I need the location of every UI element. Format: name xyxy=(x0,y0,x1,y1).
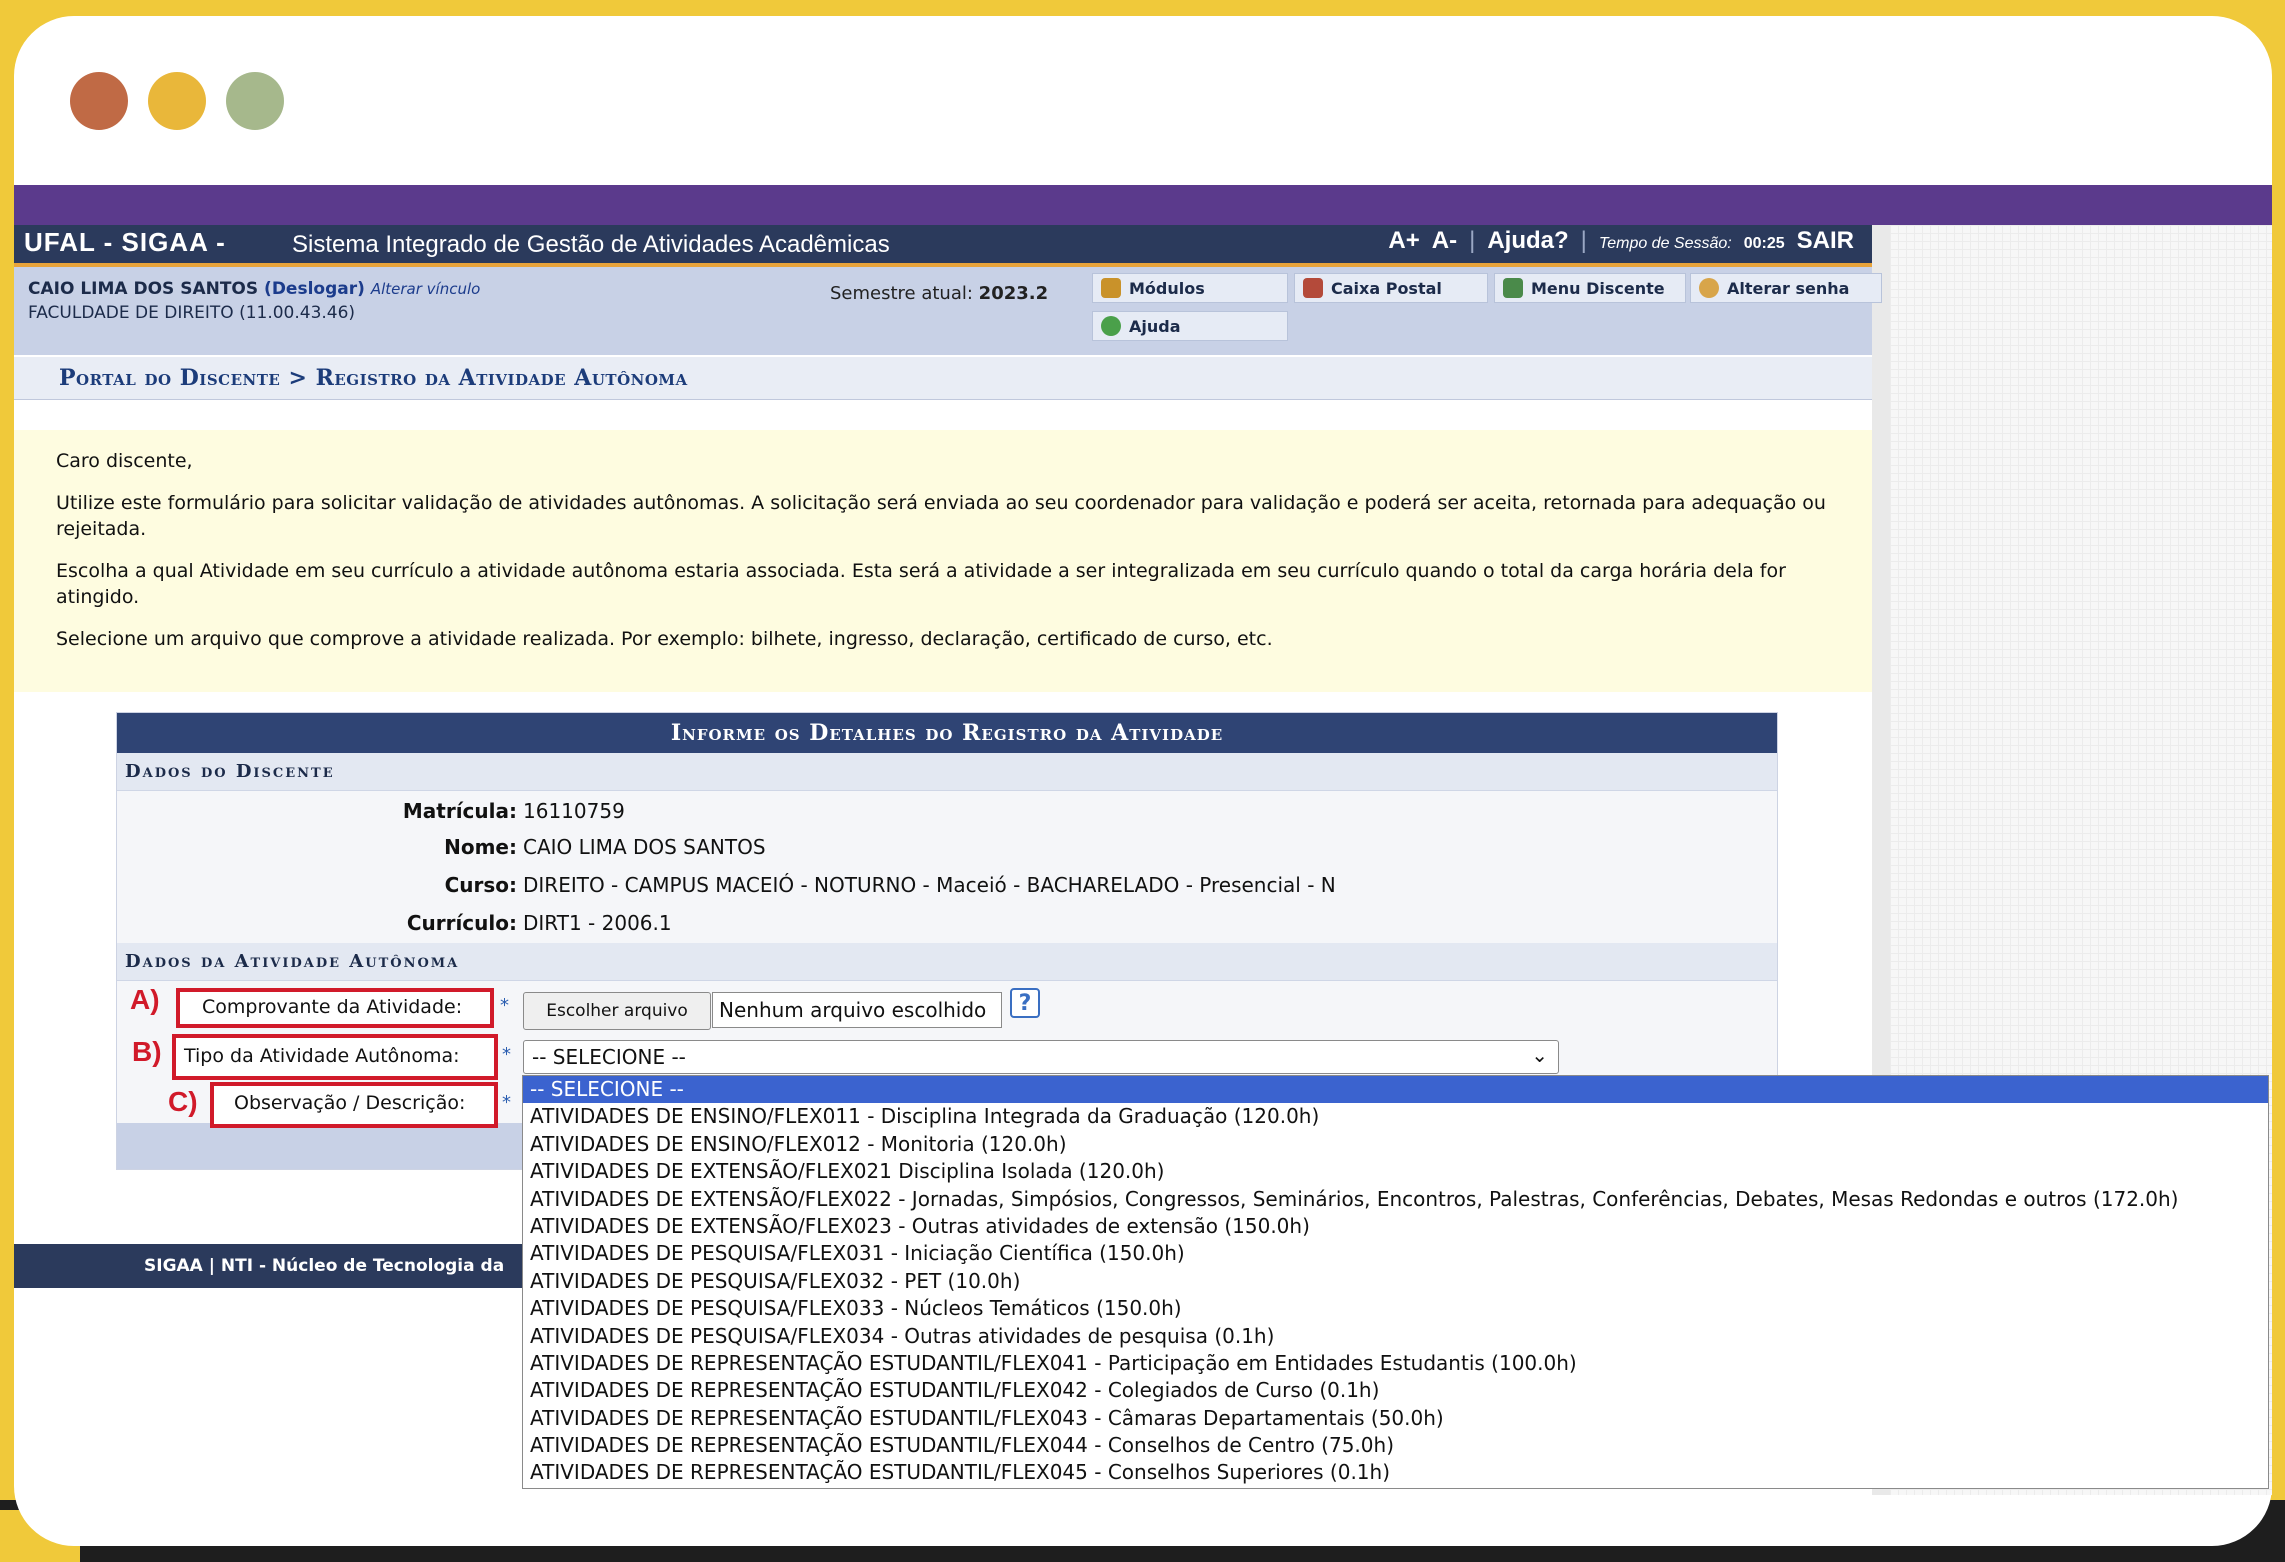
dropdown-option[interactable]: ATIVIDADES DE EXTENSÃO/FLEX023 - Outras … xyxy=(523,1213,2268,1240)
dropdown-option[interactable]: ATIVIDADES DE REPRESENTAÇÃO ESTUDANTIL/F… xyxy=(523,1405,2268,1432)
dropdown-option[interactable]: ATIVIDADES DE REPRESENTAÇÃO ESTUDANTIL/F… xyxy=(523,1377,2268,1404)
mailbox-label: Caixa Postal xyxy=(1331,278,1442,298)
font-decrease-button[interactable]: A- xyxy=(1432,227,1457,255)
change-password-label: Alterar senha xyxy=(1727,278,1850,298)
dropdown-option[interactable]: ATIVIDADES DE EXTENSÃO/FLEX021 Disciplin… xyxy=(523,1158,2268,1185)
instructions-paragraph: Utilize este formulário para solicitar v… xyxy=(56,492,1826,540)
curriculo-value: DIRT1 - 2006.1 xyxy=(523,911,672,935)
curso-label: Curso: xyxy=(444,873,517,897)
help-link[interactable]: Ajuda? xyxy=(1487,227,1568,255)
header-actions: A+ A- | Ajuda? | Tempo de Sessão: 00:25 … xyxy=(1388,227,1854,255)
logout-link[interactable]: (Deslogar) xyxy=(264,279,365,299)
browser-toolbar xyxy=(14,185,2272,225)
user-name: CAIO LIMA DOS SANTOS xyxy=(28,279,259,299)
matricula-value: 16110759 xyxy=(523,799,625,823)
brand-subtitle: Sistema Integrado de Gestão de Atividade… xyxy=(292,231,890,258)
modules-button[interactable]: Módulos xyxy=(1092,273,1288,303)
logout-button[interactable]: SAIR xyxy=(1797,227,1854,255)
mailbox-icon xyxy=(1303,278,1323,298)
change-link[interactable]: Alterar vínculo xyxy=(371,280,480,298)
instructions-paragraph: Escolha a qual Atividade em seu currícul… xyxy=(56,560,1786,608)
semester-value: 2023.2 xyxy=(978,283,1049,304)
breadcrumb-bar: Portal do Discente > Registro da Ativida… xyxy=(14,357,1872,400)
font-increase-button[interactable]: A+ xyxy=(1388,227,1419,255)
dropdown-option[interactable]: ATIVIDADES DE PESQUISA/FLEX031 - Iniciaç… xyxy=(523,1240,2268,1267)
dropdown-option[interactable]: ATIVIDADES DE PESQUISA/FLEX033 - Núcleos… xyxy=(523,1295,2268,1322)
sitemap-icon xyxy=(1503,278,1523,298)
dropdown-option[interactable]: -- SELECIONE -- xyxy=(523,1076,2268,1104)
window-close-dot[interactable] xyxy=(70,72,128,130)
user-info-bar: CAIO LIMA DOS SANTOS (Deslogar) Alterar … xyxy=(14,267,1882,355)
dropdown-option[interactable]: ATIVIDADES DE REPRESENTAÇÃO ESTUDANTIL/F… xyxy=(523,1459,2268,1486)
student-menu-label: Menu Discente xyxy=(1531,278,1665,298)
tipo-label: Tipo da Atividade Autônoma: xyxy=(172,1034,498,1080)
user-key-icon xyxy=(1699,278,1719,298)
required-star: * xyxy=(500,995,509,1016)
activity-type-select[interactable]: -- SELECIONE -- ⌄ xyxy=(523,1040,1559,1074)
curso-value: DIREITO - CAMPUS MACEIÓ - NOTURNO - Mace… xyxy=(523,873,1336,897)
form-title: Informe os Detalhes do Registro da Ativi… xyxy=(117,713,1777,753)
user-faculty: FACULDADE DE DIREITO (11.00.43.46) xyxy=(28,303,356,323)
required-star: * xyxy=(502,1044,511,1065)
window-maximize-dot[interactable] xyxy=(226,72,284,130)
breadcrumb: Portal do Discente > Registro da Ativida… xyxy=(59,365,688,391)
file-status: Nenhum arquivo escolhido xyxy=(712,992,1002,1028)
choose-file-button[interactable]: Escolher arquivo xyxy=(523,992,711,1030)
dropdown-option[interactable]: ATIVIDADES DE PESQUISA/FLEX034 - Outras … xyxy=(523,1323,2268,1350)
dropdown-option[interactable]: ATIVIDADES DE REPRESENTAÇÃO ESTUDANTIL/F… xyxy=(523,1432,2268,1459)
header-separator: | xyxy=(1469,227,1476,254)
help-question-icon[interactable]: ? xyxy=(1010,988,1040,1018)
session-time-value: 00:25 xyxy=(1743,235,1785,252)
select-value: -- SELECIONE -- xyxy=(532,1045,686,1069)
current-semester: Semestre atual: 2023.2 xyxy=(830,283,1048,304)
session-time-label: Tempo de Sessão: xyxy=(1598,235,1732,252)
mailbox-button[interactable]: Caixa Postal xyxy=(1294,273,1488,303)
matricula-label: Matrícula: xyxy=(402,799,517,823)
instructions-box: Caro discente, Utilize este formulário p… xyxy=(14,430,1872,692)
help-label: Ajuda xyxy=(1129,316,1181,336)
instructions-greeting: Caro discente, xyxy=(56,450,193,472)
help-icon xyxy=(1101,316,1121,336)
section-activity-data: Dados da Atividade Autônoma xyxy=(117,943,1777,981)
footer-text: SIGAA | NTI - Núcleo de Tecnologia da xyxy=(144,1256,505,1276)
activity-type-dropdown[interactable]: -- SELECIONE -- ATIVIDADES DE ENSINO/FLEX… xyxy=(522,1075,2269,1489)
dropdown-option[interactable]: ATIVIDADES DE PESQUISA/FLEX032 - PET (10… xyxy=(523,1268,2268,1295)
marker-c: C) xyxy=(168,1086,198,1117)
curriculo-label: Currículo: xyxy=(406,911,517,935)
modules-icon xyxy=(1101,278,1121,298)
section-student-data: Dados do Discente xyxy=(117,753,1777,791)
marker-b: B) xyxy=(132,1036,162,1067)
brand-title: UFAL - SIGAA - xyxy=(24,227,226,257)
dropdown-option[interactable]: ATIVIDADES DE REPRESENTAÇÃO ESTUDANTIL/F… xyxy=(523,1350,2268,1377)
student-menu-button[interactable]: Menu Discente xyxy=(1494,273,1686,303)
chevron-down-icon: ⌄ xyxy=(1531,1043,1548,1067)
comprovante-label: Comprovante da Atividade: xyxy=(176,988,494,1028)
instructions-paragraph: Selecione um arquivo que comprove a ativ… xyxy=(56,628,1273,650)
user-name-line: CAIO LIMA DOS SANTOS (Deslogar) Alterar … xyxy=(28,279,480,299)
dropdown-option[interactable]: ATIVIDADES DE EXTENSÃO/FLEX022 - Jornada… xyxy=(523,1186,2268,1213)
dropdown-option[interactable]: ATIVIDADES DE ENSINO/FLEX012 - Monitoria… xyxy=(523,1131,2268,1158)
marker-a: A) xyxy=(130,984,160,1015)
nome-value: CAIO LIMA DOS SANTOS xyxy=(523,835,766,859)
dropdown-option[interactable]: ATIVIDADES DE ENSINO/FLEX011 - Disciplin… xyxy=(523,1103,2268,1130)
semester-label: Semestre atual: xyxy=(830,283,973,304)
header-separator: | xyxy=(1580,227,1587,254)
option-list: -- SELECIONE -- ATIVIDADES DE ENSINO/FLEX… xyxy=(523,1076,2268,1487)
modules-label: Módulos xyxy=(1129,278,1205,298)
sigaa-header: UFAL - SIGAA - Sistema Integrado de Gest… xyxy=(14,225,1872,267)
obs-label: Observação / Descrição: xyxy=(210,1082,498,1128)
required-star: * xyxy=(502,1092,511,1113)
help-button[interactable]: Ajuda xyxy=(1092,311,1288,341)
change-password-button[interactable]: Alterar senha xyxy=(1690,273,1882,303)
window-minimize-dot[interactable] xyxy=(148,72,206,130)
nome-label: Nome: xyxy=(444,835,517,859)
